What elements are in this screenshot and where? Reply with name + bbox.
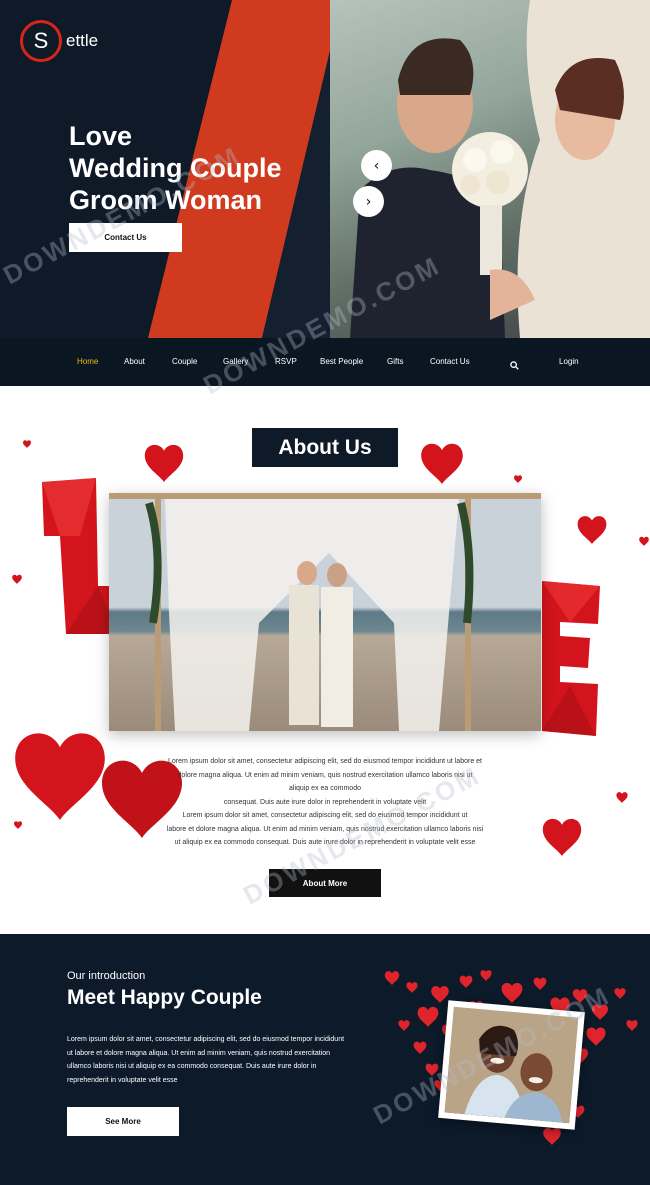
hero-title-line: Wedding Couple [69, 153, 282, 183]
logo-text: ettle [66, 31, 99, 50]
site-logo[interactable]: S ettle [20, 20, 98, 62]
see-more-button[interactable]: See More [67, 1107, 179, 1136]
nav-item-gallery[interactable]: Gallery [223, 357, 248, 366]
nav-item-contact-us[interactable]: Contact Us [430, 357, 470, 366]
hero-section: S ettle Love Wedding Couple Groom Woman … [0, 0, 650, 338]
about-more-button[interactable]: About More [269, 869, 381, 897]
nav-item-gifts[interactable]: Gifts [387, 357, 403, 366]
nav-item-home[interactable]: Home [77, 357, 98, 366]
nav-item-rsvp[interactable]: RSVP [275, 357, 297, 366]
slider-next-button[interactable]: › [353, 186, 384, 217]
hero-title-line: Groom Woman [69, 185, 263, 215]
letter-e-decor [542, 581, 600, 736]
intro-paragraph: Lorem ipsum dolor sit amet, consectetur … [67, 1033, 377, 1087]
nav-item-couple[interactable]: Couple [172, 357, 197, 366]
about-text-line: dolore magna aliqua. Ut enim ad minim ve… [177, 771, 473, 779]
search-icon[interactable] [510, 357, 519, 375]
about-couple-photo [109, 493, 541, 731]
about-paragraph: Lorem ipsum dolor sit amet, consectetur … [150, 755, 500, 850]
intro-text-line: reprehenderit in voluptate velit esse [67, 1076, 178, 1084]
intro-text-line: ut labore et dolore magna aliqua. Ut eni… [67, 1049, 331, 1057]
hero-title-line: Love [69, 121, 133, 151]
about-text-line: Lorem ipsum dolor sit amet, consectetur … [182, 812, 468, 819]
intro-text-line: ullamco laboris nisi ut aliquip ex ea co… [67, 1063, 317, 1070]
happy-couple-photo-card [438, 1000, 585, 1130]
nav-item-about[interactable]: About [124, 357, 145, 366]
intro-text-line: Lorem ipsum dolor sit amet, consectetur … [67, 1036, 345, 1043]
about-text-line: ut aliquip ex ea commodo consequat. Duis… [174, 839, 476, 846]
about-text-line: Lorem ipsum dolor sit amet, consectetur … [168, 758, 482, 765]
intro-kicker: Our introduction [67, 970, 146, 982]
slider-prev-button[interactable]: ‹ [361, 150, 392, 181]
about-text-line: aliquip ex ea commodo [289, 785, 361, 792]
login-link[interactable]: Login [559, 357, 579, 366]
main-nav: Home About Couple Gallery RSVP Best Peop… [0, 338, 650, 386]
nav-item-best-people[interactable]: Best People [320, 357, 363, 366]
contact-us-button[interactable]: Contact Us [69, 223, 182, 252]
hero-title: Love Wedding Couple Groom Woman [69, 120, 281, 216]
intro-title: Meet Happy Couple [67, 986, 262, 1009]
chevron-left-icon: ‹ [373, 157, 380, 174]
chevron-right-icon: › [365, 193, 372, 210]
about-title: About Us [252, 428, 398, 467]
happy-couple-photo [444, 1006, 579, 1124]
logo-mark: S [20, 20, 62, 62]
about-text-line: consequat. Duis aute irure dolor in repr… [223, 798, 427, 806]
about-text-line: labore et dolore magna aliqua. Ut enim a… [166, 825, 484, 833]
